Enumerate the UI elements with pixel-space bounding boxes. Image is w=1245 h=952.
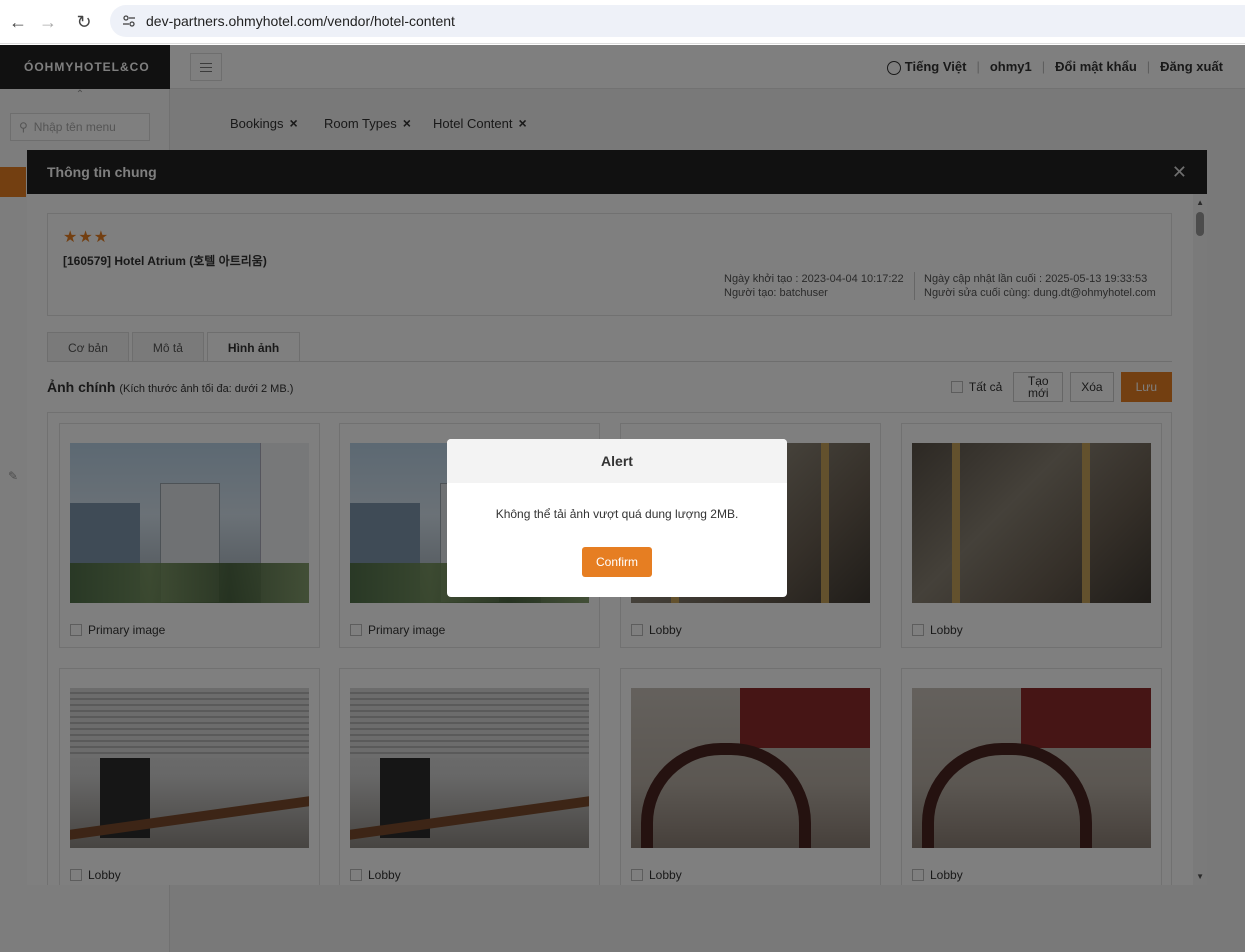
forward-icon[interactable]: → (30, 4, 66, 40)
browser-toolbar: ← → ↻ dev-partners.ohmyhotel.com/vendor/… (0, 0, 1245, 44)
address-bar[interactable]: dev-partners.ohmyhotel.com/vendor/hotel-… (110, 5, 1245, 37)
alert-dialog: Alert Không thể tải ảnh vượt quá dung lư… (447, 439, 787, 597)
site-settings-icon[interactable] (120, 12, 138, 30)
confirm-button[interactable]: Confirm (582, 547, 652, 577)
reload-icon[interactable]: ↻ (66, 4, 102, 40)
alert-message: Không thể tải ảnh vượt quá dung lượng 2M… (495, 507, 739, 521)
url-text: dev-partners.ohmyhotel.com/vendor/hotel-… (146, 13, 455, 29)
alert-title: Alert (447, 439, 787, 483)
